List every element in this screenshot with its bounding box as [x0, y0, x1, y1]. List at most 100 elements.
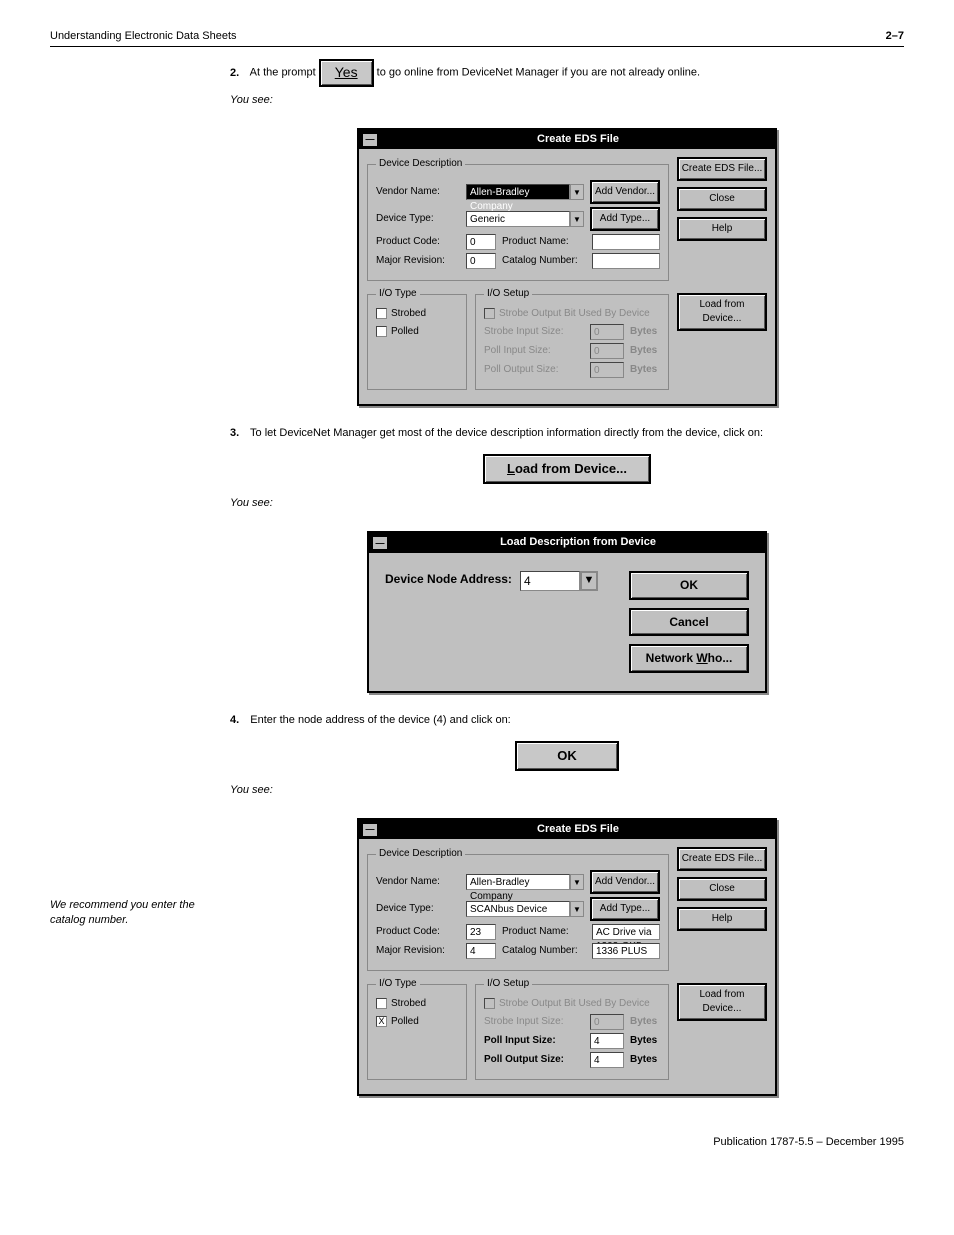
dropdown-icon[interactable]: ▼ — [570, 901, 584, 917]
device-type-label-2: Device Type: — [376, 902, 460, 916]
sysmenu-icon[interactable]: — — [363, 134, 377, 146]
product-code-label-2: Product Code: — [376, 925, 460, 939]
dialog2-title: Load Description from Device — [395, 535, 761, 550]
dialog1-titlebar: — Create EDS File — [359, 130, 775, 149]
page-header: Understanding Electronic Data Sheets 2–7 — [50, 30, 904, 47]
dropdown-icon[interactable]: ▼ — [570, 874, 584, 890]
step2-num: 2. — [230, 67, 239, 79]
io-type-group: I/O Type Strobed Polled — [367, 287, 467, 390]
header-left: Understanding Electronic Data Sheets — [50, 30, 237, 42]
vendor-name-combo-2[interactable]: Allen-Bradley Company — [466, 874, 570, 890]
create-eds-file-button[interactable]: Create EDS File... — [677, 157, 767, 181]
poll-input-size-2[interactable]: 4 — [590, 1033, 624, 1049]
add-vendor-button[interactable]: Add Vendor... — [590, 180, 660, 204]
catalog-number-input-2[interactable]: 1336 PLUS — [592, 943, 660, 959]
io-setup-group: I/O Setup Strobe Output Bit Used By Devi… — [475, 287, 669, 390]
major-revision-input-2[interactable]: 4 — [466, 943, 496, 959]
io-setup-group-2: I/O Setup Strobe Output Bit Used By Devi… — [475, 977, 669, 1080]
help-button-2[interactable]: Help — [677, 907, 767, 931]
network-who-button[interactable]: Network Who... — [629, 644, 749, 673]
step2-pre: At the prompt — [250, 67, 319, 79]
dropdown-icon[interactable]: ▼ — [580, 571, 598, 591]
close-button[interactable]: Close — [677, 187, 767, 211]
device-type-label: Device Type: — [376, 212, 460, 226]
device-description-group: Device Description Vendor Name: Allen-Br… — [367, 157, 669, 281]
strobe-bit-checkbox-2 — [484, 998, 495, 1009]
yes-button[interactable]: Yes — [319, 59, 374, 87]
device-node-address-input[interactable]: 4 — [520, 571, 580, 591]
dropdown-icon[interactable]: ▼ — [570, 184, 584, 200]
catalog-number-label-2: Catalog Number: — [502, 944, 586, 958]
ok-button[interactable]: OK — [629, 571, 749, 600]
device-type-combo-2[interactable]: SCANbus Device — [466, 901, 570, 917]
strobe-bit-checkbox — [484, 308, 495, 319]
see-text-1: You see: — [230, 93, 904, 108]
step2-desc: to go online from DeviceNet Manager if y… — [377, 67, 700, 79]
product-code-input[interactable]: 0 — [466, 234, 496, 250]
dialog1-row: — Create EDS File Device Description Ven… — [50, 128, 904, 406]
vendor-name-label: Vendor Name: — [376, 185, 460, 199]
strobe-input-size-2: 0 — [590, 1014, 624, 1030]
see-text-2: You see: — [230, 496, 904, 511]
vendor-name-combo[interactable]: Allen-Bradley Company — [466, 184, 570, 200]
step3-num: 3. — [230, 427, 239, 439]
create-eds-dialog-1: — Create EDS File Device Description Ven… — [357, 128, 777, 406]
catalog-number-label: Catalog Number: — [502, 254, 586, 268]
poll-input-size: 0 — [590, 343, 624, 359]
step-3: 3. To let DeviceNet Manager get most of … — [50, 426, 904, 511]
header-right: 2–7 — [886, 30, 904, 42]
product-name-input-2[interactable]: AC Drive via 1203-GK5 — [592, 924, 660, 940]
dialog3-title: Create EDS File — [385, 822, 771, 837]
load-from-device-button[interactable]: Load from Device... — [677, 293, 767, 331]
create-eds-dialog-2: — Create EDS File Device Description Ven… — [357, 818, 777, 1096]
strobe-input-size: 0 — [590, 324, 624, 340]
poll-output-size-2[interactable]: 4 — [590, 1052, 624, 1068]
load-from-device-button-2[interactable]: Load from Device... — [677, 983, 767, 1021]
major-revision-label-2: Major Revision: — [376, 944, 460, 958]
product-name-label-2: Product Name: — [502, 925, 586, 939]
io-type-group-2: I/O Type Strobed XPolled — [367, 977, 467, 1080]
strobed-checkbox[interactable] — [376, 308, 387, 319]
dialog2-row: — Load Description from Device Device No… — [50, 531, 904, 693]
page-footer: Publication 1787-5.5 – December 1995 — [50, 1136, 904, 1148]
ok-inline-button[interactable]: OK — [515, 741, 619, 771]
polled-checkbox[interactable] — [376, 326, 387, 337]
device-type-combo[interactable]: Generic — [466, 211, 570, 227]
device-description-group-2: Device Description Vendor Name: Allen-Br… — [367, 847, 669, 971]
see-text-3: You see: — [230, 783, 904, 798]
load-description-dialog: — Load Description from Device Device No… — [367, 531, 767, 693]
sysmenu-icon[interactable]: — — [373, 537, 387, 549]
device-node-address-label: Device Node Address: — [385, 571, 512, 588]
product-name-label: Product Name: — [502, 235, 586, 249]
step-2: 2. At the prompt Yes to go online from D… — [50, 59, 904, 108]
poll-output-size: 0 — [590, 362, 624, 378]
add-vendor-button-2[interactable]: Add Vendor... — [590, 870, 660, 894]
cancel-button[interactable]: Cancel — [629, 608, 749, 637]
step3-desc: To let DeviceNet Manager get most of the… — [250, 427, 763, 439]
dialog1-title: Create EDS File — [385, 132, 771, 147]
dialog2-titlebar: — Load Description from Device — [369, 533, 765, 552]
product-code-label: Product Code: — [376, 235, 460, 249]
product-code-input-2[interactable]: 23 — [466, 924, 496, 940]
add-type-button[interactable]: Add Type... — [590, 207, 660, 231]
step4-num: 4. — [230, 714, 239, 726]
major-revision-input[interactable]: 0 — [466, 253, 496, 269]
strobed-checkbox-2[interactable] — [376, 998, 387, 1009]
vendor-name-label-2: Vendor Name: — [376, 875, 460, 889]
catalog-number-input[interactable] — [592, 253, 660, 269]
dropdown-icon[interactable]: ▼ — [570, 211, 584, 227]
major-revision-label: Major Revision: — [376, 254, 460, 268]
sysmenu-icon[interactable]: — — [363, 824, 377, 836]
create-eds-file-button-2[interactable]: Create EDS File... — [677, 847, 767, 871]
polled-checkbox-2[interactable]: X — [376, 1016, 387, 1027]
catalog-note: We recommend you enter the catalog numbe… — [50, 898, 214, 929]
step4-desc: Enter the node address of the device (4)… — [250, 714, 511, 726]
load-from-device-inline-button[interactable]: Load from Device... — [483, 454, 651, 484]
add-type-button-2[interactable]: Add Type... — [590, 897, 660, 921]
dialog3-titlebar: — Create EDS File — [359, 820, 775, 839]
dialog3-row: We recommend you enter the catalog numbe… — [50, 818, 904, 1096]
help-button[interactable]: Help — [677, 217, 767, 241]
step-4: 4. Enter the node address of the device … — [50, 713, 904, 798]
close-button-2[interactable]: Close — [677, 877, 767, 901]
product-name-input[interactable] — [592, 234, 660, 250]
